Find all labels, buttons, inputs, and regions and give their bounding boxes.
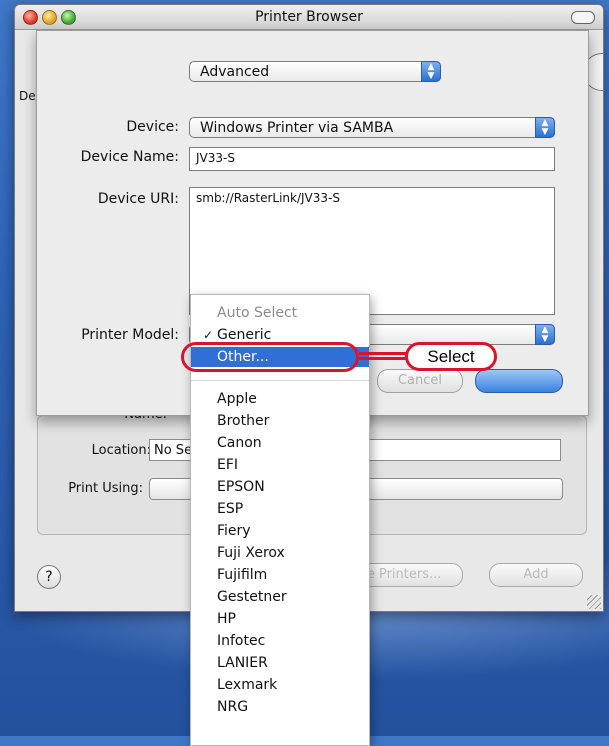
menu-item-epson[interactable]: EPSON (191, 477, 369, 497)
menu-item-label: NRG (217, 699, 249, 715)
menu-item-label: Auto Select (217, 305, 298, 321)
device-label: Device: (126, 119, 179, 135)
menu-item-label: Canon (217, 435, 262, 451)
partial-label: De (19, 89, 36, 103)
menu-item-canon[interactable]: Canon (191, 433, 369, 453)
menu-item-label: LANIER (217, 655, 268, 671)
device-uri-label: Device URI: (97, 191, 179, 207)
device-name-field[interactable]: JV33-S (189, 147, 555, 171)
menu-item-lanier[interactable]: LANIER (191, 653, 369, 673)
menu-item-label: Fujifilm (217, 567, 268, 583)
popup-arrows-icon: ▲ ▼ (421, 61, 441, 82)
print-using-label: Print Using: (68, 481, 143, 496)
menu-item-lexmark[interactable]: Lexmark (191, 675, 369, 695)
menu-item-label: Brother (217, 413, 270, 429)
menu-item-label: HP (217, 611, 236, 627)
location-label: Location: (91, 443, 151, 458)
menu-item-fuji-xerox[interactable]: Fuji Xerox (191, 543, 369, 563)
title-bar[interactable]: Printer Browser (15, 5, 603, 30)
menu-item-esp[interactable]: ESP (191, 499, 369, 519)
add-button[interactable]: Add (489, 563, 583, 587)
mode-popup-value: Advanced (200, 64, 270, 80)
device-name-label: Device Name: (80, 149, 179, 165)
menu-item-infotec[interactable]: Infotec (191, 631, 369, 651)
sheet-add-button[interactable] (475, 369, 563, 393)
resize-grip[interactable] (587, 595, 601, 609)
help-button[interactable]: ? (37, 565, 61, 589)
menu-item-label: Apple (217, 391, 257, 407)
menu-item-label: Gestetner (217, 589, 287, 605)
device-name-value: JV33-S (196, 151, 235, 165)
menu-item-label: EPSON (217, 479, 265, 495)
menu-item-gestetner[interactable]: Gestetner (191, 587, 369, 607)
window-title: Printer Browser (255, 9, 363, 25)
menu-item-apple[interactable]: Apple (191, 389, 369, 409)
popup-arrows-icon: ▲ ▼ (535, 324, 555, 345)
menu-item-label: Generic (217, 327, 272, 343)
cancel-button[interactable]: Cancel (377, 369, 463, 393)
menu-item-fujifilm[interactable]: Fujifilm (191, 565, 369, 585)
menu-item-label: Fiery (217, 523, 251, 539)
toolbar-toggle-button[interactable] (571, 11, 595, 24)
mode-popup[interactable]: Advanced ▲ ▼ (189, 61, 441, 82)
menu-item-label: Fuji Xerox (217, 545, 285, 561)
menu-item-efi[interactable]: EFI (191, 455, 369, 475)
menu-item-label: EFI (217, 457, 239, 473)
device-uri-value: smb://RasterLink/JV33-S (196, 191, 340, 205)
menu-item-label: Infotec (217, 633, 266, 649)
menu-item-brother[interactable]: Brother (191, 411, 369, 431)
menu-item-label: ESP (217, 501, 244, 517)
callout-connector (359, 352, 409, 360)
menu-item-nrg[interactable]: NRG (191, 697, 369, 717)
select-callout: Select (405, 342, 497, 371)
menu-item-auto-select: Auto Select (191, 303, 369, 323)
menu-item-fiery[interactable]: Fiery (191, 521, 369, 541)
printer-model-label: Printer Model: (81, 327, 179, 343)
device-popup-value: Windows Printer via SAMBA (200, 120, 394, 136)
menu-item-label: Lexmark (217, 677, 278, 693)
menu-separator (191, 380, 369, 381)
device-popup[interactable]: Windows Printer via SAMBA ▲ ▼ (189, 117, 555, 138)
highlight-ring (181, 342, 359, 372)
menu-item-hp[interactable]: HP (191, 609, 369, 629)
popup-arrows-icon: ▲ ▼ (535, 117, 555, 138)
